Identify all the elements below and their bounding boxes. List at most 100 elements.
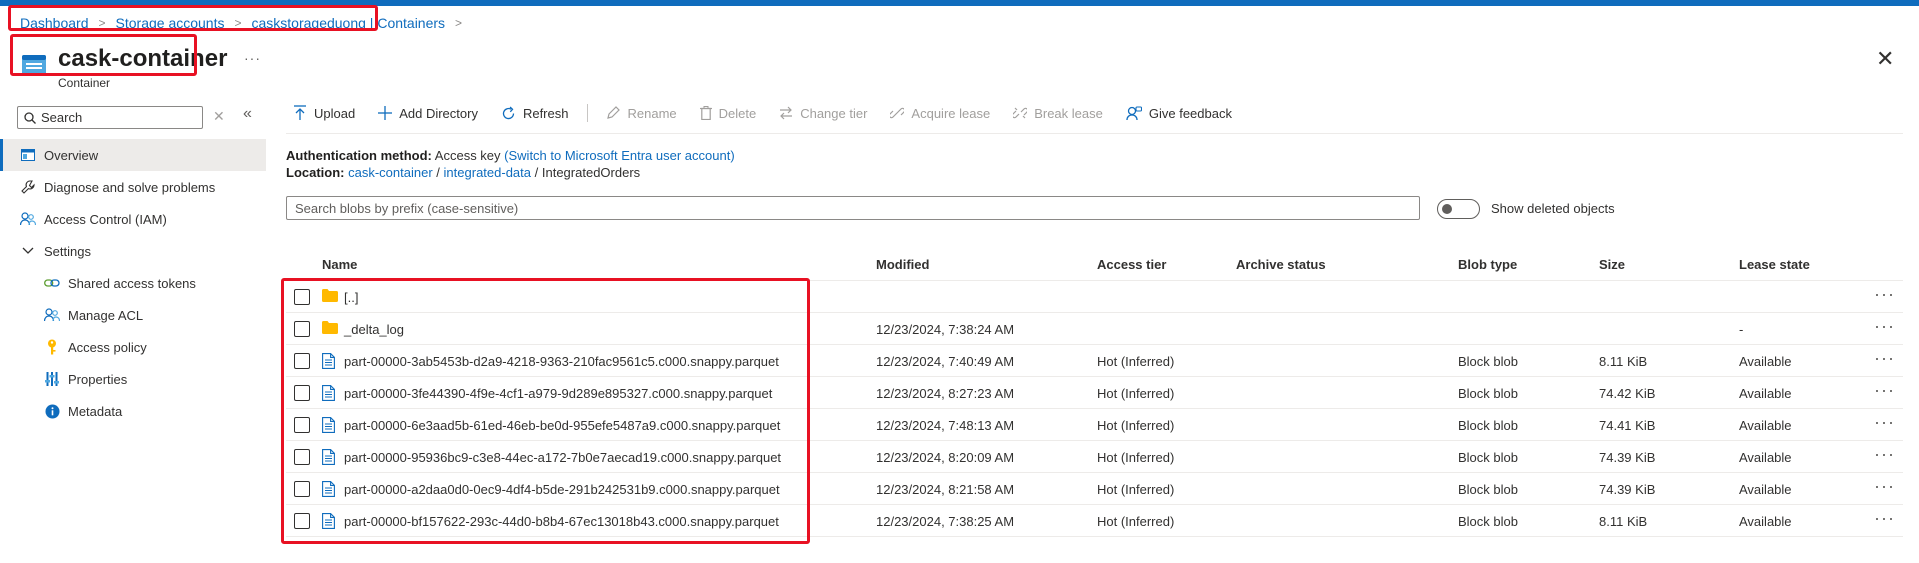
- column-header-modified[interactable]: Modified: [876, 257, 929, 272]
- sidebar-item-properties[interactable]: Properties: [0, 363, 266, 395]
- cell-lease-state: Available: [1739, 450, 1792, 465]
- column-header-lease-state[interactable]: Lease state: [1739, 257, 1810, 272]
- table-row[interactable]: _delta_log 12/23/2024, 7:38:24 AM - ···: [286, 313, 1903, 345]
- delete-label: Delete: [718, 105, 757, 121]
- table-row[interactable]: part-00000-a2daa0d0-0ec9-4df4-b5de-291b2…: [286, 473, 1903, 505]
- swap-icon: [779, 106, 793, 120]
- add-directory-button[interactable]: Add Directory: [378, 106, 478, 121]
- refresh-button[interactable]: Refresh: [501, 106, 568, 121]
- toolbar-divider: [587, 104, 589, 122]
- table-row[interactable]: part-00000-bf157622-293c-44d0-b8b4-67ec1…: [286, 505, 1903, 537]
- clear-search-icon[interactable]: ✕: [213, 108, 225, 125]
- row-more-button[interactable]: ···: [1874, 412, 1895, 433]
- collapse-sidebar-icon[interactable]: «: [243, 105, 252, 123]
- sidebar-item-metadata[interactable]: Metadata: [0, 395, 266, 427]
- table-row[interactable]: part-00000-95936bc9-c3e8-44ec-a172-7b0e7…: [286, 441, 1903, 473]
- table-row[interactable]: part-00000-3ab5453b-d2a9-4218-9363-210fa…: [286, 345, 1903, 377]
- row-checkbox[interactable]: [294, 353, 310, 369]
- breadcrumb-storage-accounts[interactable]: Storage accounts: [116, 15, 225, 31]
- cell-lease-state: -: [1739, 322, 1744, 337]
- show-deleted-toggle[interactable]: [1437, 199, 1480, 219]
- more-options-button[interactable]: ···: [244, 50, 261, 66]
- sidebar-group-settings[interactable]: Settings: [0, 235, 266, 267]
- folder-icon: [322, 321, 338, 337]
- location-line: Location: cask-container / integrated-da…: [286, 165, 640, 180]
- cell-name[interactable]: _delta_log: [344, 322, 404, 337]
- row-checkbox[interactable]: [294, 449, 310, 465]
- sidebar-item-label: Manage ACL: [68, 307, 144, 323]
- feedback-icon: [1126, 105, 1142, 121]
- column-header-access-tier[interactable]: Access tier: [1097, 257, 1166, 272]
- row-more-button[interactable]: ···: [1874, 380, 1895, 401]
- cell-name[interactable]: part-00000-3ab5453b-d2a9-4218-9363-210fa…: [344, 354, 779, 369]
- column-header-blob-type[interactable]: Blob type: [1458, 257, 1517, 272]
- give-feedback-button[interactable]: Give feedback: [1126, 106, 1232, 121]
- upload-icon: [293, 105, 307, 121]
- row-checkbox[interactable]: [294, 481, 310, 497]
- cell-blob-type: Block blob: [1458, 450, 1518, 465]
- key-icon: [44, 339, 60, 355]
- row-more-button[interactable]: ···: [1874, 476, 1895, 497]
- table-row[interactable]: part-00000-3fe44390-4f9e-4cf1-a979-9d289…: [286, 377, 1903, 409]
- cell-access-tier: Hot (Inferred): [1097, 354, 1175, 369]
- upload-button[interactable]: Upload: [293, 105, 355, 121]
- table-row[interactable]: part-00000-6e3aad5b-61ed-46eb-be0d-955ef…: [286, 409, 1903, 441]
- cell-name[interactable]: [..]: [344, 290, 358, 305]
- cell-name[interactable]: part-00000-a2daa0d0-0ec9-4df4-b5de-291b2…: [344, 482, 780, 497]
- cell-name[interactable]: part-00000-6e3aad5b-61ed-46eb-be0d-955ef…: [344, 418, 780, 433]
- break-lease-button[interactable]: Break lease: [1013, 106, 1103, 121]
- row-more-button[interactable]: ···: [1874, 508, 1895, 529]
- cell-modified: 12/23/2024, 7:48:13 AM: [876, 418, 1015, 433]
- rename-button[interactable]: Rename: [606, 106, 677, 121]
- location-container-link[interactable]: cask-container: [348, 165, 433, 180]
- sidebar-item-overview[interactable]: Overview: [0, 139, 266, 171]
- cell-modified: 12/23/2024, 7:40:49 AM: [876, 354, 1015, 369]
- change-tier-label: Change tier: [800, 105, 868, 121]
- cell-name[interactable]: part-00000-bf157622-293c-44d0-b8b4-67ec1…: [344, 514, 779, 529]
- info-icon: [44, 403, 60, 419]
- sidebar-item-diagnose[interactable]: Diagnose and solve problems: [0, 171, 266, 203]
- cell-name[interactable]: part-00000-95936bc9-c3e8-44ec-a172-7b0e7…: [344, 450, 781, 465]
- row-checkbox[interactable]: [294, 289, 310, 305]
- sidebar-item-manage-acl[interactable]: Manage ACL: [0, 299, 266, 331]
- close-button[interactable]: ✕: [1876, 48, 1894, 70]
- switch-auth-link[interactable]: (Switch to Microsoft Entra user account): [504, 148, 734, 163]
- cell-name[interactable]: part-00000-3fe44390-4f9e-4cf1-a979-9d289…: [344, 386, 772, 401]
- row-checkbox[interactable]: [294, 513, 310, 529]
- row-more-button[interactable]: ···: [1874, 444, 1895, 465]
- table-row[interactable]: [..] ···: [286, 281, 1903, 313]
- column-header-size[interactable]: Size: [1599, 257, 1625, 272]
- blob-search-input[interactable]: [286, 196, 1420, 220]
- sidebar-item-label: Overview: [44, 147, 99, 163]
- location-current: IntegratedOrders: [541, 165, 641, 180]
- sidebar-search-input[interactable]: [41, 110, 191, 125]
- add-directory-label: Add Directory: [399, 105, 478, 121]
- show-deleted-label: Show deleted objects: [1491, 201, 1615, 216]
- auth-method-label: Authentication method:: [286, 148, 432, 163]
- location-folder-link[interactable]: integrated-data: [444, 165, 531, 180]
- sidebar-item-shared-access-tokens[interactable]: Shared access tokens: [0, 267, 266, 299]
- sidebar-item-iam[interactable]: Access Control (IAM): [0, 203, 266, 235]
- column-header-name[interactable]: Name: [322, 257, 357, 272]
- row-checkbox[interactable]: [294, 321, 310, 337]
- row-more-button[interactable]: ···: [1874, 284, 1895, 305]
- sidebar-search[interactable]: [17, 106, 203, 129]
- row-more-button[interactable]: ···: [1874, 348, 1895, 369]
- row-checkbox[interactable]: [294, 385, 310, 401]
- cell-size: 8.11 KiB: [1599, 354, 1648, 369]
- row-checkbox[interactable]: [294, 417, 310, 433]
- acquire-lease-button[interactable]: Acquire lease: [890, 106, 990, 121]
- command-bar: Upload Add Directory Refresh Rename Dele…: [293, 104, 1255, 122]
- breadcrumb-dashboard[interactable]: Dashboard: [20, 15, 89, 31]
- sidebar-item-access-policy[interactable]: Access policy: [0, 331, 266, 363]
- breadcrumb-chevron-icon: >: [98, 16, 106, 30]
- column-header-archive-status[interactable]: Archive status: [1236, 257, 1326, 272]
- change-tier-button[interactable]: Change tier: [779, 106, 867, 121]
- plus-icon: [378, 106, 393, 120]
- delete-button[interactable]: Delete: [699, 105, 757, 121]
- row-more-button[interactable]: ···: [1874, 316, 1895, 337]
- breadcrumb-containers[interactable]: caskstorageduong | Containers: [252, 15, 446, 31]
- cell-modified: 12/23/2024, 7:38:24 AM: [876, 322, 1015, 337]
- sidebar-item-label: Shared access tokens: [68, 275, 196, 291]
- cell-blob-type: Block blob: [1458, 418, 1518, 433]
